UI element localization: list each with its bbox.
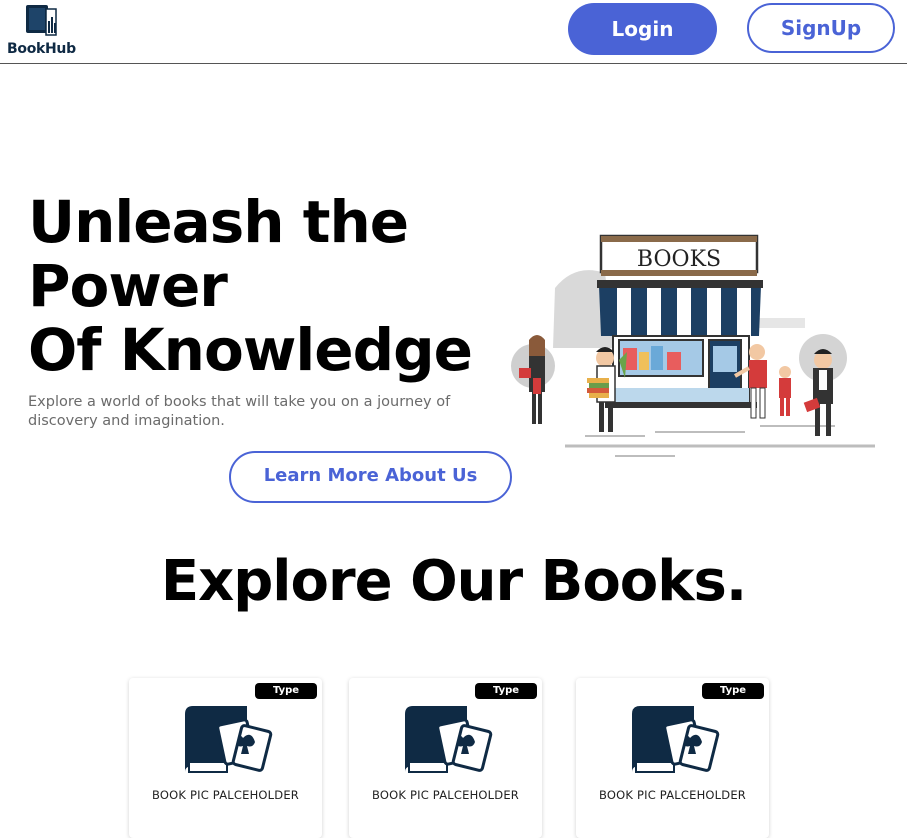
book-card[interactable]: Type BOOK PIC PALCEHOLDER [129, 678, 322, 838]
book-stack-icon [26, 5, 57, 36]
hero-subtitle: Explore a world of books that will take … [28, 394, 451, 429]
hero-title-line-2: Power [28, 252, 228, 320]
store-sign-text: BOOKS [637, 247, 721, 272]
card-caption: BOOK PIC PALCEHOLDER [599, 788, 746, 802]
book-cards-icon [405, 706, 493, 773]
type-badge: Type [702, 683, 764, 699]
book-cards-icon [632, 706, 720, 773]
book-cards-icon [185, 706, 273, 773]
type-badge: Type [475, 683, 537, 699]
hero-title-line-3: Of Knowledge [28, 316, 473, 384]
hero-title-line-1: Unleash the [28, 188, 409, 256]
learn-more-button[interactable]: Learn More About Us [229, 451, 512, 503]
card-caption: BOOK PIC PALCEHOLDER [372, 788, 519, 802]
section-title: Explore Our Books. [160, 549, 747, 614]
brand-logo[interactable]: BookHub [6, 3, 76, 59]
hero-title: Unleash the Power Of Knowledge [28, 188, 473, 384]
book-card[interactable]: Type BOOK PIC PALCEHOLDER [576, 678, 769, 838]
type-badge: Type [255, 683, 317, 699]
book-card[interactable]: Type BOOK PIC PALCEHOLDER [349, 678, 542, 838]
brand-name: BookHub [7, 41, 76, 57]
bookstore-illustration: BOOKS [511, 234, 875, 457]
card-caption: BOOK PIC PALCEHOLDER [152, 788, 299, 802]
site-header: BookHub Login SignUp [0, 0, 907, 64]
login-button[interactable]: Login [568, 3, 717, 55]
signup-button[interactable]: SignUp [747, 3, 895, 53]
